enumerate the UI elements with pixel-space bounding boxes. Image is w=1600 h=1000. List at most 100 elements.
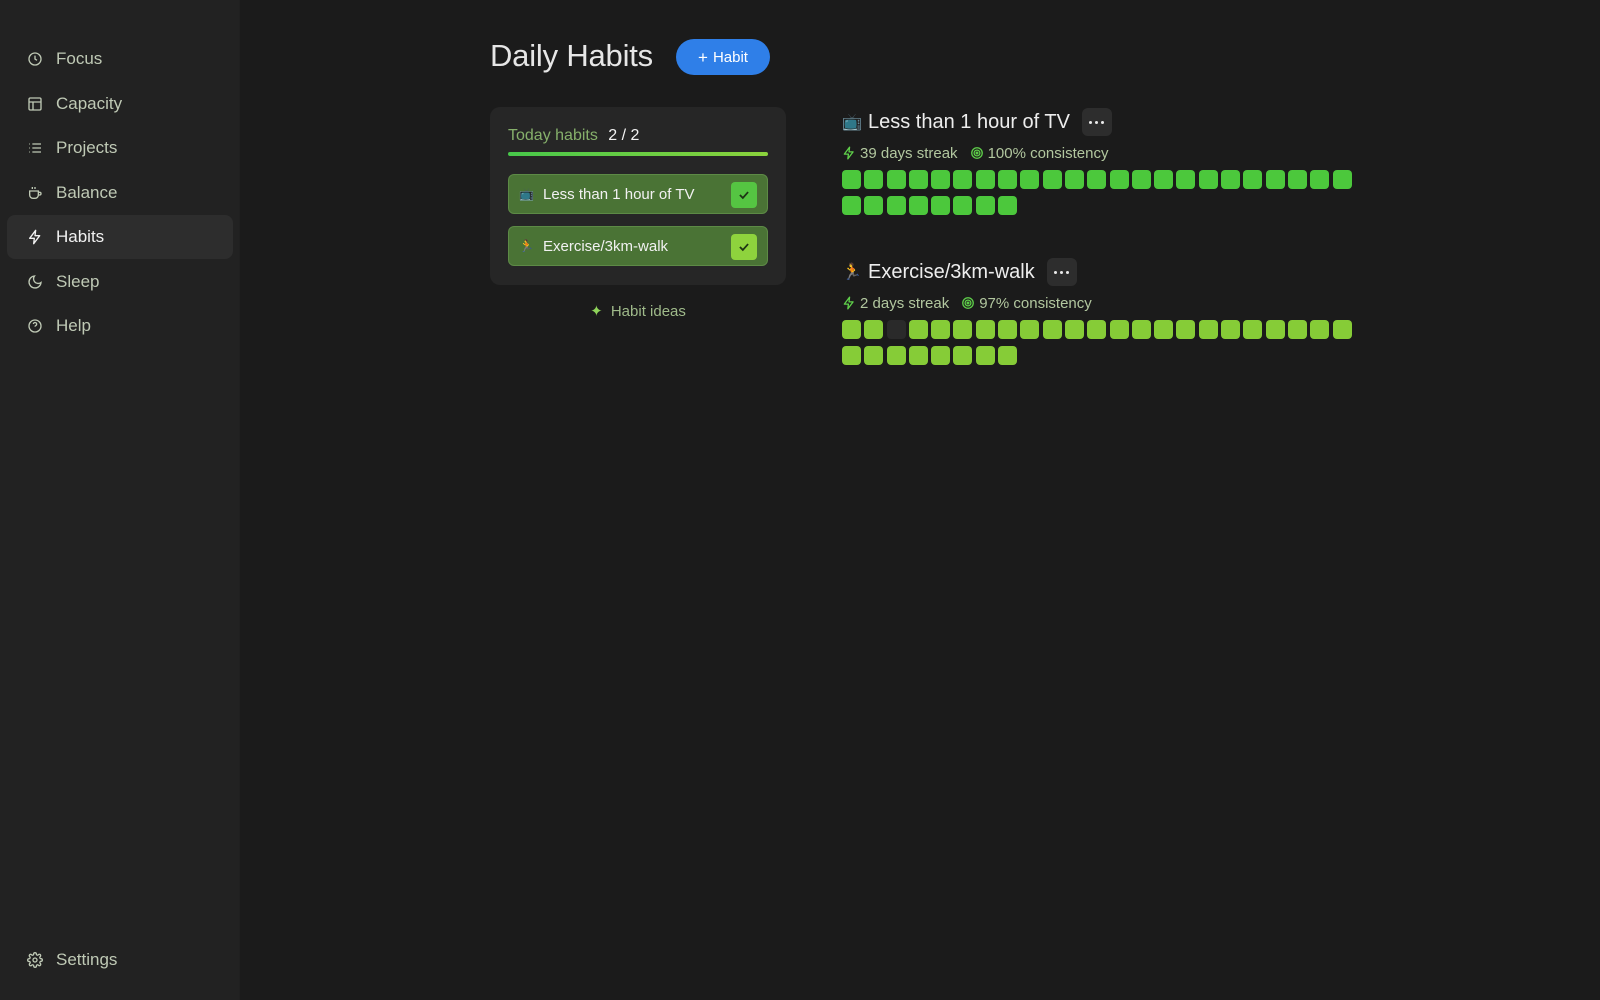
day-cell-done xyxy=(1109,320,1129,339)
consistency-text: 97% consistency xyxy=(979,294,1092,312)
day-cell-done xyxy=(1176,170,1196,189)
runner-icon: 🏃 xyxy=(519,239,534,253)
sidebar-item-help[interactable]: Help xyxy=(7,304,233,348)
sidebar-item-sleep[interactable]: Sleep xyxy=(7,260,233,304)
day-cell-done xyxy=(1198,170,1218,189)
habit-name: Less than 1 hour of TV xyxy=(868,110,1070,133)
sidebar-item-focus[interactable]: Focus xyxy=(7,37,233,81)
tv-icon: 📺 xyxy=(842,114,862,131)
day-cell-done xyxy=(998,170,1018,189)
day-cell-done xyxy=(1310,170,1330,189)
more-options-button[interactable] xyxy=(1081,108,1112,136)
day-cell-done xyxy=(1154,320,1174,339)
day-cell-done xyxy=(842,320,861,339)
day-cell-done xyxy=(953,346,973,365)
today-habits-label: Today habits xyxy=(508,127,598,144)
sidebar-item-label: Settings xyxy=(56,950,118,969)
streak-text: 2 days streak xyxy=(860,294,950,312)
tv-icon: 📺 xyxy=(519,187,534,201)
day-cell-done xyxy=(864,196,884,215)
day-cell-done xyxy=(1198,320,1218,339)
sidebar-item-label: Help xyxy=(56,316,91,335)
habit-ideas-label: Habit ideas xyxy=(610,303,686,320)
today-habits-header: Today habits 2 / 2 xyxy=(508,127,639,145)
today-habits-count: 2 / 2 xyxy=(608,127,640,144)
day-cell-done xyxy=(842,170,861,189)
day-cell-done xyxy=(931,320,951,339)
day-cell-done xyxy=(1265,320,1285,339)
sidebar-nav: Focus Capacity Projects Balance Habits S… xyxy=(7,37,233,349)
consistency-stat: 97% consistency xyxy=(961,295,1092,312)
check-icon xyxy=(739,243,749,252)
day-cell-done xyxy=(931,196,951,215)
day-cell-done xyxy=(953,170,973,189)
today-habit-item[interactable]: 🏃 Exercise/3km-walk xyxy=(508,226,768,266)
sidebar-item-balance[interactable]: Balance xyxy=(7,171,233,215)
sidebar-item-capacity[interactable]: Capacity xyxy=(7,82,233,126)
target-icon xyxy=(962,297,975,309)
sidebar-item-label: Capacity xyxy=(56,93,123,113)
day-cell-done xyxy=(1020,320,1040,339)
day-cell-done xyxy=(1042,170,1062,189)
day-cell-done xyxy=(1064,170,1084,189)
sidebar-item-settings[interactable]: Settings xyxy=(7,938,233,982)
sidebar-item-projects[interactable]: Projects xyxy=(7,126,233,170)
sparkle-icon: ✦ xyxy=(590,303,603,320)
bolt-icon xyxy=(843,146,854,160)
habit-stats: 39 days streak 100% consistency xyxy=(842,143,1362,163)
day-cell-done xyxy=(864,170,884,189)
habit-history-grid xyxy=(842,170,1362,222)
habit-checkbox[interactable] xyxy=(731,182,757,208)
settings-section: Settings xyxy=(7,938,233,983)
day-cell-done xyxy=(975,196,995,215)
day-cell-done xyxy=(886,346,906,365)
day-cell-done xyxy=(975,320,995,339)
day-cell-done xyxy=(1154,170,1174,189)
today-habits-card: Today habits 2 / 2 📺 Less than 1 hour of… xyxy=(490,107,786,285)
day-cell-done xyxy=(886,196,906,215)
streak-stat: 2 days streak xyxy=(842,295,949,312)
day-cell-done xyxy=(1042,320,1062,339)
habit-detail: 📺 Less than 1 hour of TV 39 days streak … xyxy=(842,107,1362,222)
day-cell-done xyxy=(1020,170,1040,189)
list-icon xyxy=(27,140,56,156)
consistency-stat: 100% consistency xyxy=(970,144,1109,162)
sidebar: Focus Capacity Projects Balance Habits S… xyxy=(0,0,240,1000)
day-cell-done xyxy=(864,346,884,365)
sidebar-item-label: Focus xyxy=(56,49,103,68)
day-cell-done xyxy=(864,320,884,339)
habit-header: 🏃 Exercise/3km-walk xyxy=(842,257,1362,287)
more-options-button[interactable] xyxy=(1046,258,1077,286)
today-progress-bar xyxy=(508,152,768,156)
plus-icon: + xyxy=(698,47,708,67)
day-cell-done xyxy=(1243,320,1263,339)
habit-ideas-link[interactable]: ✦ Habit ideas xyxy=(490,302,786,320)
streak-stat: 39 days streak xyxy=(842,145,958,162)
day-cell-done xyxy=(1332,170,1352,189)
day-cell-done xyxy=(1332,320,1352,339)
day-cell-done xyxy=(975,170,995,189)
day-cell-done xyxy=(1243,170,1263,189)
bolt-icon xyxy=(27,229,56,245)
day-cell-done xyxy=(1221,320,1241,339)
moon-icon xyxy=(27,274,56,290)
runner-icon: 🏃 xyxy=(842,264,862,281)
clock-icon xyxy=(27,51,56,67)
day-cell-done xyxy=(1109,170,1129,189)
day-cell-done xyxy=(1176,320,1196,339)
sidebar-item-label: Sleep xyxy=(56,271,100,291)
add-habit-button[interactable]: + Habit xyxy=(676,39,770,75)
today-progress-fill xyxy=(508,152,768,156)
day-cell-done xyxy=(842,196,861,215)
today-habit-item[interactable]: 📺 Less than 1 hour of TV xyxy=(508,174,768,214)
day-cell-done xyxy=(886,170,906,189)
consistency-text: 100% consistency xyxy=(987,144,1109,162)
day-cell-done xyxy=(1287,320,1307,339)
day-cell-done xyxy=(908,196,928,215)
sidebar-item-habits[interactable]: Habits xyxy=(7,215,233,259)
habit-name: Exercise/3km-walk xyxy=(868,260,1035,283)
check-icon xyxy=(739,191,749,200)
today-habit-name: Exercise/3km-walk xyxy=(543,237,669,255)
habit-checkbox[interactable] xyxy=(731,234,757,260)
sidebar-item-label: Projects xyxy=(56,138,118,157)
